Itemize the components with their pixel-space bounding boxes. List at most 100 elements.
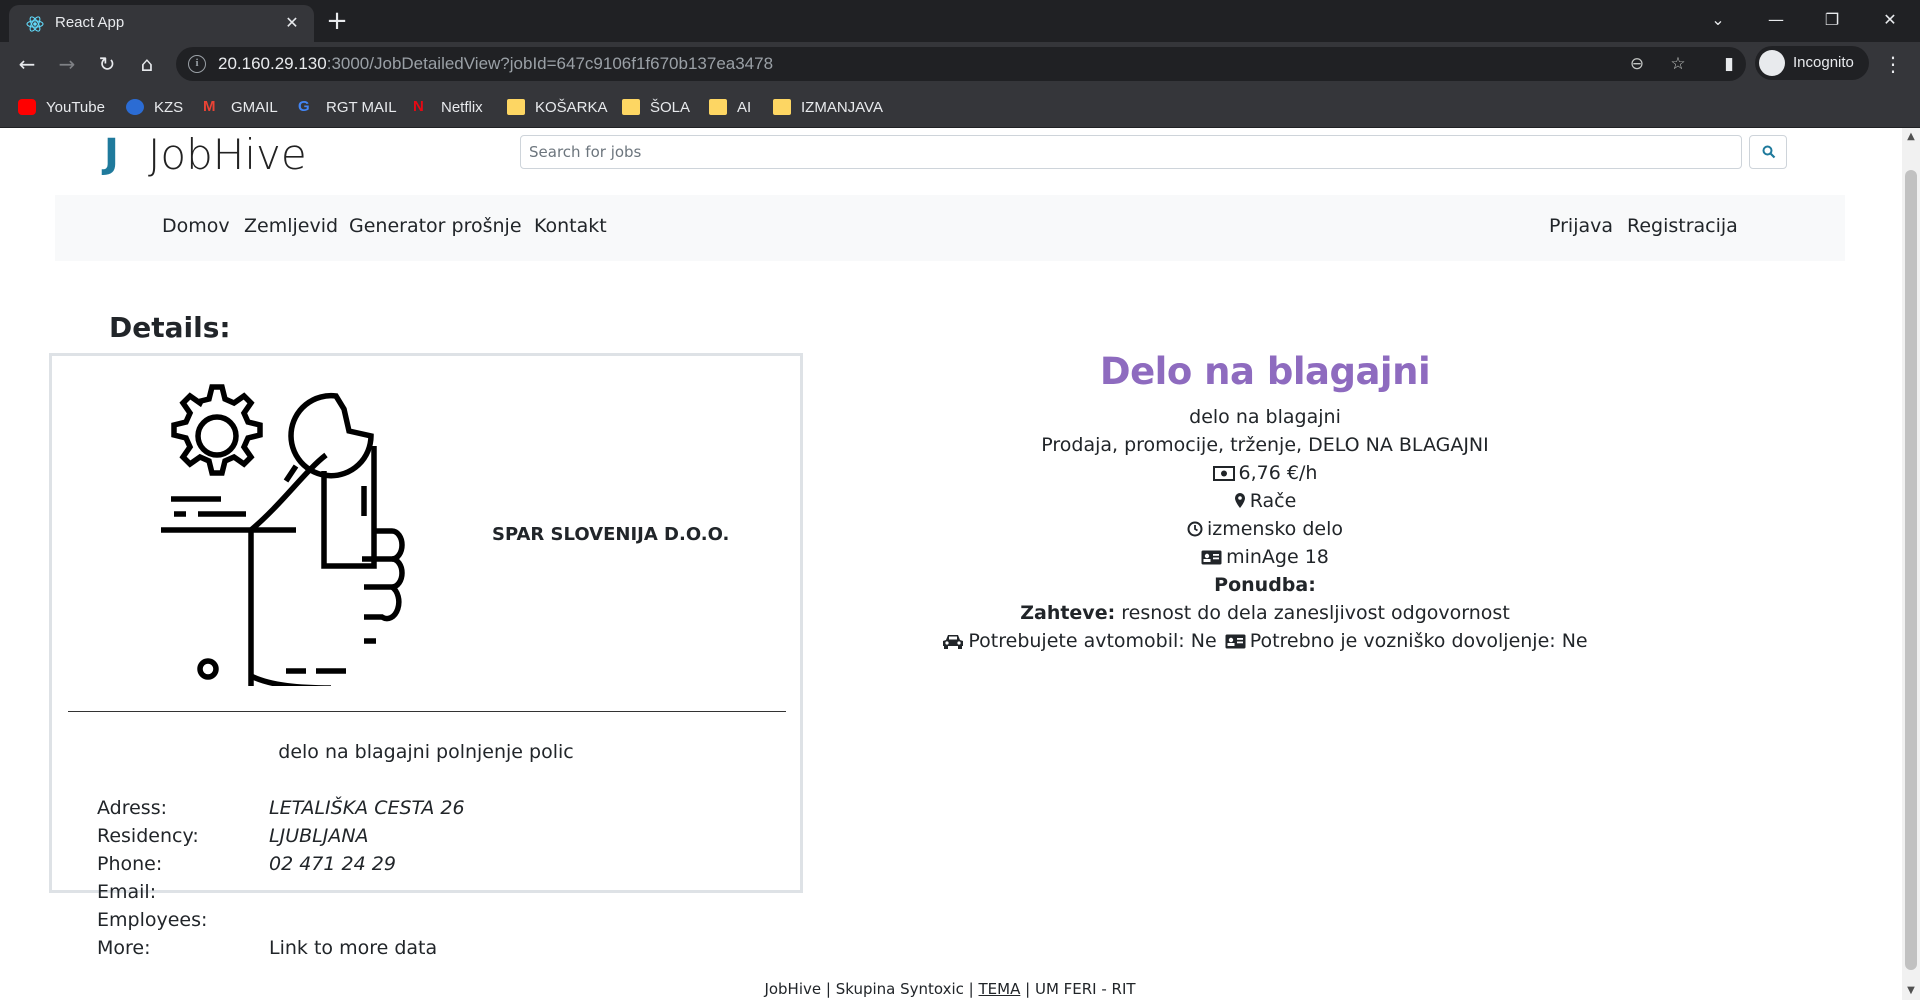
- job-schedule-row: izmensko delo: [920, 515, 1610, 543]
- kzs-icon: [126, 99, 144, 115]
- company-description: delo na blagajni polnjenje polic: [278, 741, 574, 763]
- back-icon[interactable]: ←: [12, 49, 42, 79]
- map-marker-icon: [1234, 493, 1245, 508]
- side-panel-icon[interactable]: ▮: [1714, 49, 1744, 79]
- address-value: LETALIŠKA CESTA 26: [269, 797, 465, 819]
- nav-domov[interactable]: Domov: [162, 215, 230, 237]
- phone-label: Phone:: [97, 853, 163, 875]
- bookmark-folder-ai[interactable]: AI: [709, 95, 751, 119]
- residency-label: Residency:: [97, 825, 199, 847]
- youtube-icon: [18, 99, 36, 115]
- react-icon: [26, 16, 44, 32]
- zoom-icon[interactable]: ⊖: [1626, 53, 1648, 75]
- close-window-button[interactable]: ✕: [1862, 4, 1918, 36]
- employees-label: Employees:: [97, 909, 208, 931]
- job-details: Delo na blagajni delo na blagajni Prodaj…: [920, 350, 1610, 655]
- home-icon[interactable]: ⌂: [132, 49, 162, 79]
- job-min-age: minAge 18: [1226, 546, 1329, 568]
- nav-registracija[interactable]: Registracija: [1627, 215, 1738, 237]
- page-scrollbar[interactable]: ▲ ▼: [1902, 128, 1920, 1000]
- scroll-down-icon[interactable]: ▼: [1902, 982, 1920, 1000]
- gmail-icon: M: [203, 98, 216, 115]
- url-text[interactable]: 20.160.29.130:3000/JobDetailedView?jobId…: [218, 54, 773, 74]
- browser-menu-icon[interactable]: ⋮: [1878, 49, 1908, 79]
- footer-text-end: | UM FERI - RIT: [1025, 980, 1136, 998]
- incognito-profile-button[interactable]: Incognito: [1755, 46, 1869, 80]
- company-name: SPAR SLOVENIJA D.O.O.: [492, 524, 730, 545]
- page-content: J JobHive Domov Zemljevid Generator proš…: [0, 128, 1920, 1000]
- card-divider: [68, 711, 786, 712]
- forward-icon[interactable]: →: [52, 49, 82, 79]
- close-tab-icon[interactable]: ✕: [280, 11, 304, 35]
- restore-button[interactable]: ❐: [1804, 4, 1860, 36]
- scrollbar-thumb[interactable]: [1905, 170, 1917, 970]
- minimize-button[interactable]: —: [1748, 4, 1804, 36]
- job-min-age-row: minAge 18: [920, 543, 1610, 571]
- tab-title: React App: [55, 14, 125, 31]
- job-schedule: izmensko delo: [1206, 518, 1344, 540]
- nav-generator-prosnje[interactable]: Generator prošnje: [349, 215, 522, 237]
- folder-icon: [709, 99, 727, 115]
- folder-icon: [507, 99, 525, 115]
- job-pay: 6,76 €/h: [1238, 462, 1318, 484]
- incognito-icon: [1759, 50, 1785, 76]
- job-title: Delo na blagajni: [1099, 350, 1431, 393]
- job-categories: Prodaja, promocije, trženje, DELO NA BLA…: [1041, 434, 1489, 456]
- money-icon: [1212, 466, 1235, 481]
- phone-value: 02 471 24 29: [269, 853, 396, 875]
- job-car-required: Potrebujete avtomobil: Ne: [968, 630, 1217, 652]
- browser-tab[interactable]: React App ✕: [9, 5, 314, 42]
- tab-search-icon[interactable]: ⌄: [1690, 4, 1746, 36]
- more-label: More:: [97, 937, 151, 959]
- id-card-icon: [1201, 550, 1222, 565]
- address-bar[interactable]: i 20.160.29.130:3000/JobDetailedView?job…: [176, 47, 1746, 81]
- bookmark-gmail[interactable]: M GMAIL: [203, 95, 278, 119]
- search-input[interactable]: [520, 135, 1742, 169]
- footer-text: JobHive | Skupina Syntoxic |: [764, 980, 974, 998]
- site-info-icon[interactable]: i: [188, 55, 206, 73]
- main-navbar: Domov Zemljevid Generator prošnje Kontak…: [55, 195, 1845, 261]
- bookmark-folder-kosarka[interactable]: KOŠARKA: [507, 95, 608, 119]
- incognito-label: Incognito: [1793, 54, 1854, 71]
- search-button[interactable]: [1749, 135, 1787, 169]
- scroll-up-icon[interactable]: ▲: [1902, 128, 1920, 146]
- bookmark-netflix[interactable]: N Netflix: [413, 95, 483, 119]
- job-requirements-row: Zahteve: resnost do dela zanesljivost od…: [920, 599, 1610, 627]
- job-vehicle-row: Potrebujete avtomobil: Ne Potrebno je vo…: [920, 627, 1610, 655]
- logo-icon[interactable]: J: [104, 131, 119, 177]
- browser-tabstrip: React App ✕ + ⌄ — ❐ ✕: [0, 0, 1920, 42]
- bookmark-folder-sola[interactable]: ŠOLA: [622, 95, 690, 119]
- job-requirements: resnost do dela zanesljivost odgovornost: [1121, 602, 1510, 624]
- browser-toolbar: ← → ↻ ⌂ i 20.160.29.130:3000/JobDetailed…: [0, 42, 1920, 86]
- nav-zemljevid[interactable]: Zemljevid: [244, 215, 338, 237]
- bookmark-folder-izmanjava[interactable]: IZMANJAVA: [773, 95, 883, 119]
- offer-label: Ponudba:: [1214, 574, 1316, 596]
- clock-icon: [1187, 521, 1203, 537]
- nav-prijava[interactable]: Prijava: [1549, 215, 1613, 237]
- bookmark-rgt-mail[interactable]: G RGT MAIL: [298, 95, 397, 119]
- bookmark-star-icon[interactable]: ☆: [1667, 53, 1689, 75]
- more-data-link[interactable]: Link to more data: [269, 937, 437, 959]
- search-icon: [1762, 145, 1776, 159]
- footer-tema-link[interactable]: TEMA: [979, 980, 1021, 998]
- job-pay-row: 6,76 €/h: [920, 459, 1610, 487]
- job-subtitle: delo na blagajni: [1189, 406, 1341, 428]
- bookmark-youtube[interactable]: YouTube: [18, 95, 105, 119]
- job-location-row: Rače: [920, 487, 1610, 515]
- gear-wrench-hand-illustration: [161, 384, 405, 686]
- netflix-icon: N: [413, 98, 424, 115]
- residency-value: LJUBLJANA: [269, 825, 369, 847]
- details-heading: Details:: [109, 311, 231, 344]
- address-label: Adress:: [97, 797, 168, 819]
- reload-icon[interactable]: ↻: [92, 49, 122, 79]
- job-location: Rače: [1249, 490, 1297, 512]
- nav-kontakt[interactable]: Kontakt: [534, 215, 607, 237]
- bookmark-kzs[interactable]: KZS: [126, 95, 183, 119]
- job-license-required: Potrebno je vozniško dovoljenje: Ne: [1249, 630, 1588, 652]
- folder-icon: [773, 99, 791, 115]
- car-icon: [943, 635, 964, 649]
- bookmarks-bar: YouTube KZS M GMAIL G RGT MAIL N Netflix…: [0, 86, 1920, 128]
- new-tab-button[interactable]: +: [322, 7, 352, 37]
- logo-text[interactable]: JobHive: [148, 130, 307, 179]
- google-icon: G: [298, 98, 310, 115]
